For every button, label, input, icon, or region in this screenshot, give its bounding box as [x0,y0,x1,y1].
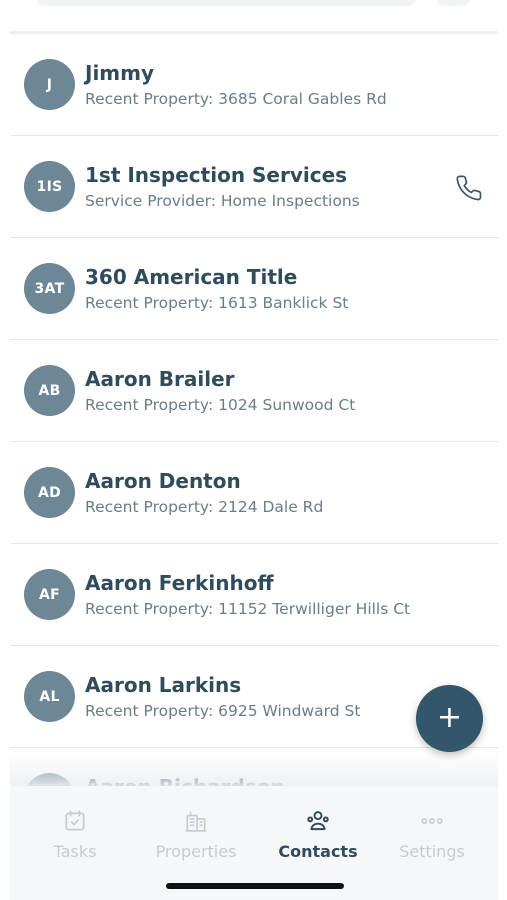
phone-icon[interactable] [456,174,484,202]
contact-subtitle: Recent Property: 6925 Windward St [85,702,361,720]
search-bar[interactable] [36,0,416,6]
buildings-icon [185,811,207,832]
more-dots-icon [421,818,443,824]
avatar: AD [24,467,75,518]
add-contact-button[interactable]: + [416,685,483,752]
avatar: AB [24,365,75,416]
tab-settings[interactable]: Settings [372,808,492,861]
contact-subtitle: Recent Property: 1024 Sunwood Ct [85,396,356,414]
contact-subtitle: Recent Property: 2124 Dale Rd [85,498,324,516]
plus-icon: + [436,699,463,735]
contact-name: Aaron Brailer [85,367,235,391]
tab-label: Properties [155,842,237,861]
contact-row[interactable]: AR Aaron Richardson [10,748,498,786]
top-strip [0,0,507,34]
contact-name: Jimmy [85,61,155,85]
contact-row[interactable]: AF Aaron Ferkinhoff Recent Property: 111… [10,544,498,646]
filter-button[interactable] [436,0,470,6]
contact-subtitle: Recent Property: 3685 Coral Gables Rd [85,90,387,108]
contact-name: Aaron Larkins [85,673,242,697]
tab-label: Contacts [278,842,358,861]
contact-list[interactable]: J Jimmy Recent Property: 3685 Coral Gabl… [10,34,498,786]
people-icon [307,811,329,831]
contact-subtitle: Recent Property: 1613 Banklick St [85,294,349,312]
home-indicator [166,883,344,889]
avatar: J [24,59,75,110]
contact-subtitle: Service Provider: Home Inspections [85,192,360,210]
contact-name: 360 American Title [85,265,298,289]
tab-properties[interactable]: Properties [136,808,256,861]
contact-name: Aaron Ferkinhoff [85,571,274,595]
avatar: 3AT [24,263,75,314]
contact-row[interactable]: AD Aaron Denton Recent Property: 2124 Da… [10,442,498,544]
tab-contacts[interactable]: Contacts [258,808,378,861]
contact-name: Aaron Richardson [85,775,285,786]
tab-label: Tasks [53,842,97,861]
contact-name: 1st Inspection Services [85,163,348,187]
tab-label: Settings [399,842,465,861]
avatar: AL [24,671,75,722]
avatar: AF [24,569,75,620]
calendar-check-icon [65,810,85,831]
contact-row[interactable]: 3AT 360 American Title Recent Property: … [10,238,498,340]
contact-subtitle: Recent Property: 11152 Terwilliger Hills… [85,600,411,618]
tab-tasks[interactable]: Tasks [15,808,135,861]
contact-name: Aaron Denton [85,469,241,493]
avatar: AR [24,773,75,786]
avatar: 1IS [24,161,75,212]
contact-row[interactable]: J Jimmy Recent Property: 3685 Coral Gabl… [10,34,498,136]
contact-row[interactable]: AB Aaron Brailer Recent Property: 1024 S… [10,340,498,442]
contact-row[interactable]: 1IS 1st Inspection Services Service Prov… [10,136,498,238]
